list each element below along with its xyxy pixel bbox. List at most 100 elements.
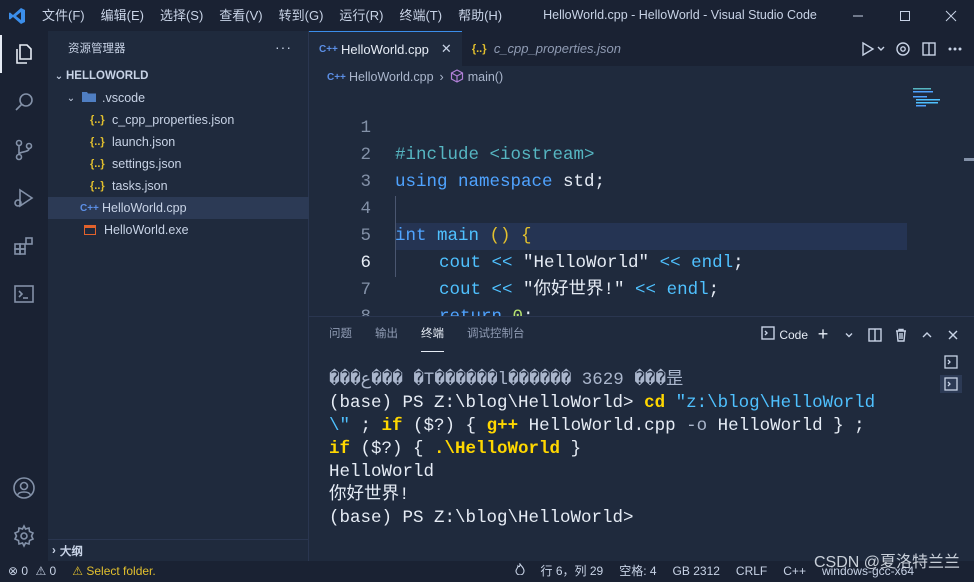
terminal-text: ; — [350, 416, 382, 436]
sidebar-title: 资源管理器 — [68, 43, 126, 55]
tab-problems[interactable]: 问题 — [329, 317, 352, 352]
breadcrumb-file[interactable]: HelloWorld.cpp — [349, 70, 434, 84]
workspace-root[interactable]: ⌄ HELLOWORLD — [48, 65, 309, 87]
terminal-text: } — [560, 439, 582, 459]
tree-file-launch[interactable]: {..} launch.json — [48, 131, 309, 153]
breadcrumb-symbol[interactable]: main() — [468, 70, 503, 84]
terminal-output[interactable]: ���ع��� �T������l������ 3629 ���昰 (base)… — [329, 369, 909, 530]
problems-status[interactable]: ⊗ 0 ⚠ 0 — [0, 561, 64, 582]
menu-help[interactable]: 帮助(H) — [450, 0, 510, 31]
more-actions-icon[interactable] — [942, 36, 968, 62]
menu-file[interactable]: 文件(F) — [34, 0, 93, 31]
menu-run[interactable]: 运行(R) — [331, 0, 391, 31]
chevron-down-icon: ⌄ — [54, 70, 64, 82]
tree-file-helloworld-cpp[interactable]: C++ HelloWorld.cpp — [48, 197, 309, 219]
tab-terminal[interactable]: 终端 — [421, 317, 444, 352]
code-line-6: 6 cout << "你好世界!" << endl; — [309, 223, 909, 300]
terminal-text: ���ع��� �T������l������ 3629 ���昰 — [329, 370, 684, 390]
terminal-text: g++ — [486, 416, 519, 436]
terminal-icon — [761, 326, 776, 343]
warning-count: 0 — [49, 564, 57, 578]
terminal-line: if ($?) { .\HelloWorld } — [329, 438, 909, 461]
breadcrumb: C++ HelloWorld.cpp › main() — [309, 66, 974, 88]
panel-actions: Code + — [759, 317, 974, 352]
tab-output[interactable]: 输出 — [375, 317, 398, 352]
tree-file-c-cpp-properties[interactable]: {..} c_cpp_properties.json — [48, 109, 309, 131]
close-panel-icon[interactable] — [942, 324, 964, 346]
menu-view[interactable]: 查看(V) — [211, 0, 270, 31]
tree-folder-vscode[interactable]: ⌄ .vscode — [48, 87, 309, 109]
maximize-button[interactable] — [882, 0, 928, 31]
plus-icon: + — [817, 324, 829, 344]
chevron-right-icon: › — [52, 544, 56, 557]
file-label: launch.json — [112, 135, 176, 149]
indentation-status[interactable]: 空格: 4 — [611, 561, 664, 582]
tree-file-settings[interactable]: {..} settings.json — [48, 153, 309, 175]
run-code-icon[interactable] — [856, 36, 890, 62]
settings-gear-icon[interactable] — [0, 513, 48, 559]
tab-c-cpp-properties[interactable]: {..} c_cpp_properties.json — [462, 31, 631, 66]
tab-helloworld-cpp[interactable]: C++ HelloWorld.cpp ✕ — [309, 31, 462, 66]
settings-gear-icon[interactable] — [890, 36, 916, 62]
terminal-instance-icon[interactable] — [940, 375, 962, 393]
chevron-up-icon[interactable] — [916, 324, 938, 346]
outline-section[interactable]: › 大纲 — [48, 539, 309, 561]
cursor-position[interactable]: 行 6，列 29 — [533, 561, 612, 582]
shell-label: Code — [779, 327, 808, 342]
menu-go[interactable]: 转到(G) — [271, 0, 332, 31]
terminal-text: cd — [633, 393, 666, 413]
tree-file-tasks[interactable]: {..} tasks.json — [48, 175, 309, 197]
new-terminal-button[interactable]: + — [812, 324, 834, 346]
code-line-1: 1 #include <iostream> — [309, 88, 909, 165]
terminal-text: if — [329, 439, 351, 459]
trash-icon[interactable] — [890, 324, 912, 346]
code-line-4: 4 int main () { — [309, 169, 909, 246]
chevron-down-icon[interactable] — [838, 324, 860, 346]
folder-icon — [82, 91, 96, 105]
source-control-icon[interactable] — [0, 127, 48, 173]
explorer-icon[interactable] — [0, 31, 48, 77]
extensions-icon[interactable] — [0, 223, 48, 269]
menu-selection[interactable]: 选择(S) — [152, 0, 211, 31]
cube-symbol-icon — [450, 68, 464, 86]
terminal-text: HelloWorld } ; — [707, 416, 865, 436]
eol-status[interactable]: CRLF — [728, 561, 775, 582]
tab-debug-console[interactable]: 调试控制台 — [467, 317, 525, 352]
close-tab-icon[interactable]: ✕ — [441, 41, 452, 57]
code-editor[interactable]: 1 #include <iostream> 2 using namespace … — [309, 88, 974, 354]
remote-terminal-icon[interactable] — [0, 271, 48, 317]
exe-file-icon — [84, 225, 96, 235]
json-file-icon: {..} — [90, 180, 105, 192]
encoding-status[interactable]: GB 2312 — [665, 561, 728, 582]
terminal-line: \" ; if ($?) { g++ HelloWorld.cpp -o Hel… — [329, 415, 909, 438]
breadcrumb-separator: › — [439, 70, 444, 84]
terminal-instance-icon[interactable] — [940, 353, 962, 371]
minimize-button[interactable] — [835, 0, 881, 31]
more-actions-icon[interactable]: ··· — [275, 39, 292, 55]
close-window-button[interactable] — [928, 0, 974, 31]
terminal-shell-selector[interactable]: Code — [761, 324, 808, 346]
flame-icon[interactable] — [507, 561, 533, 582]
split-editor-icon[interactable] — [916, 36, 942, 62]
menu-edit[interactable]: 编辑(E) — [93, 0, 152, 31]
watermark: CSDN @夏洛特兰兰 — [813, 554, 960, 571]
menu-terminal[interactable]: 终端(T) — [391, 0, 450, 31]
terminal-line: (base) PS Z:\blog\HelloWorld> cd "z:\blo… — [329, 392, 909, 415]
terminal-text: -o — [686, 416, 708, 436]
account-icon[interactable] — [0, 465, 48, 511]
search-icon[interactable] — [0, 79, 48, 125]
code-line-8: 8 } — [309, 277, 909, 354]
split-terminal-icon[interactable] — [864, 324, 886, 346]
select-folder-status[interactable]: ⚠ Select folder. — [64, 561, 163, 582]
terminal-prompt: (base) PS Z:\blog\HelloWorld> — [329, 508, 634, 528]
outline-label: 大纲 — [59, 545, 83, 558]
minimap[interactable] — [913, 88, 963, 108]
tree-file-helloworld-exe[interactable]: HelloWorld.exe — [48, 219, 309, 241]
terminal-line: 你好世界! — [329, 484, 909, 507]
json-file-icon: {..} — [471, 42, 487, 55]
language-mode[interactable]: C++ — [775, 561, 814, 582]
run-debug-icon[interactable] — [0, 175, 48, 221]
error-icon: ⊗ — [8, 564, 19, 578]
terminal-text: .\HelloWorld — [434, 439, 561, 459]
terminal-line: HelloWorld — [329, 461, 909, 484]
